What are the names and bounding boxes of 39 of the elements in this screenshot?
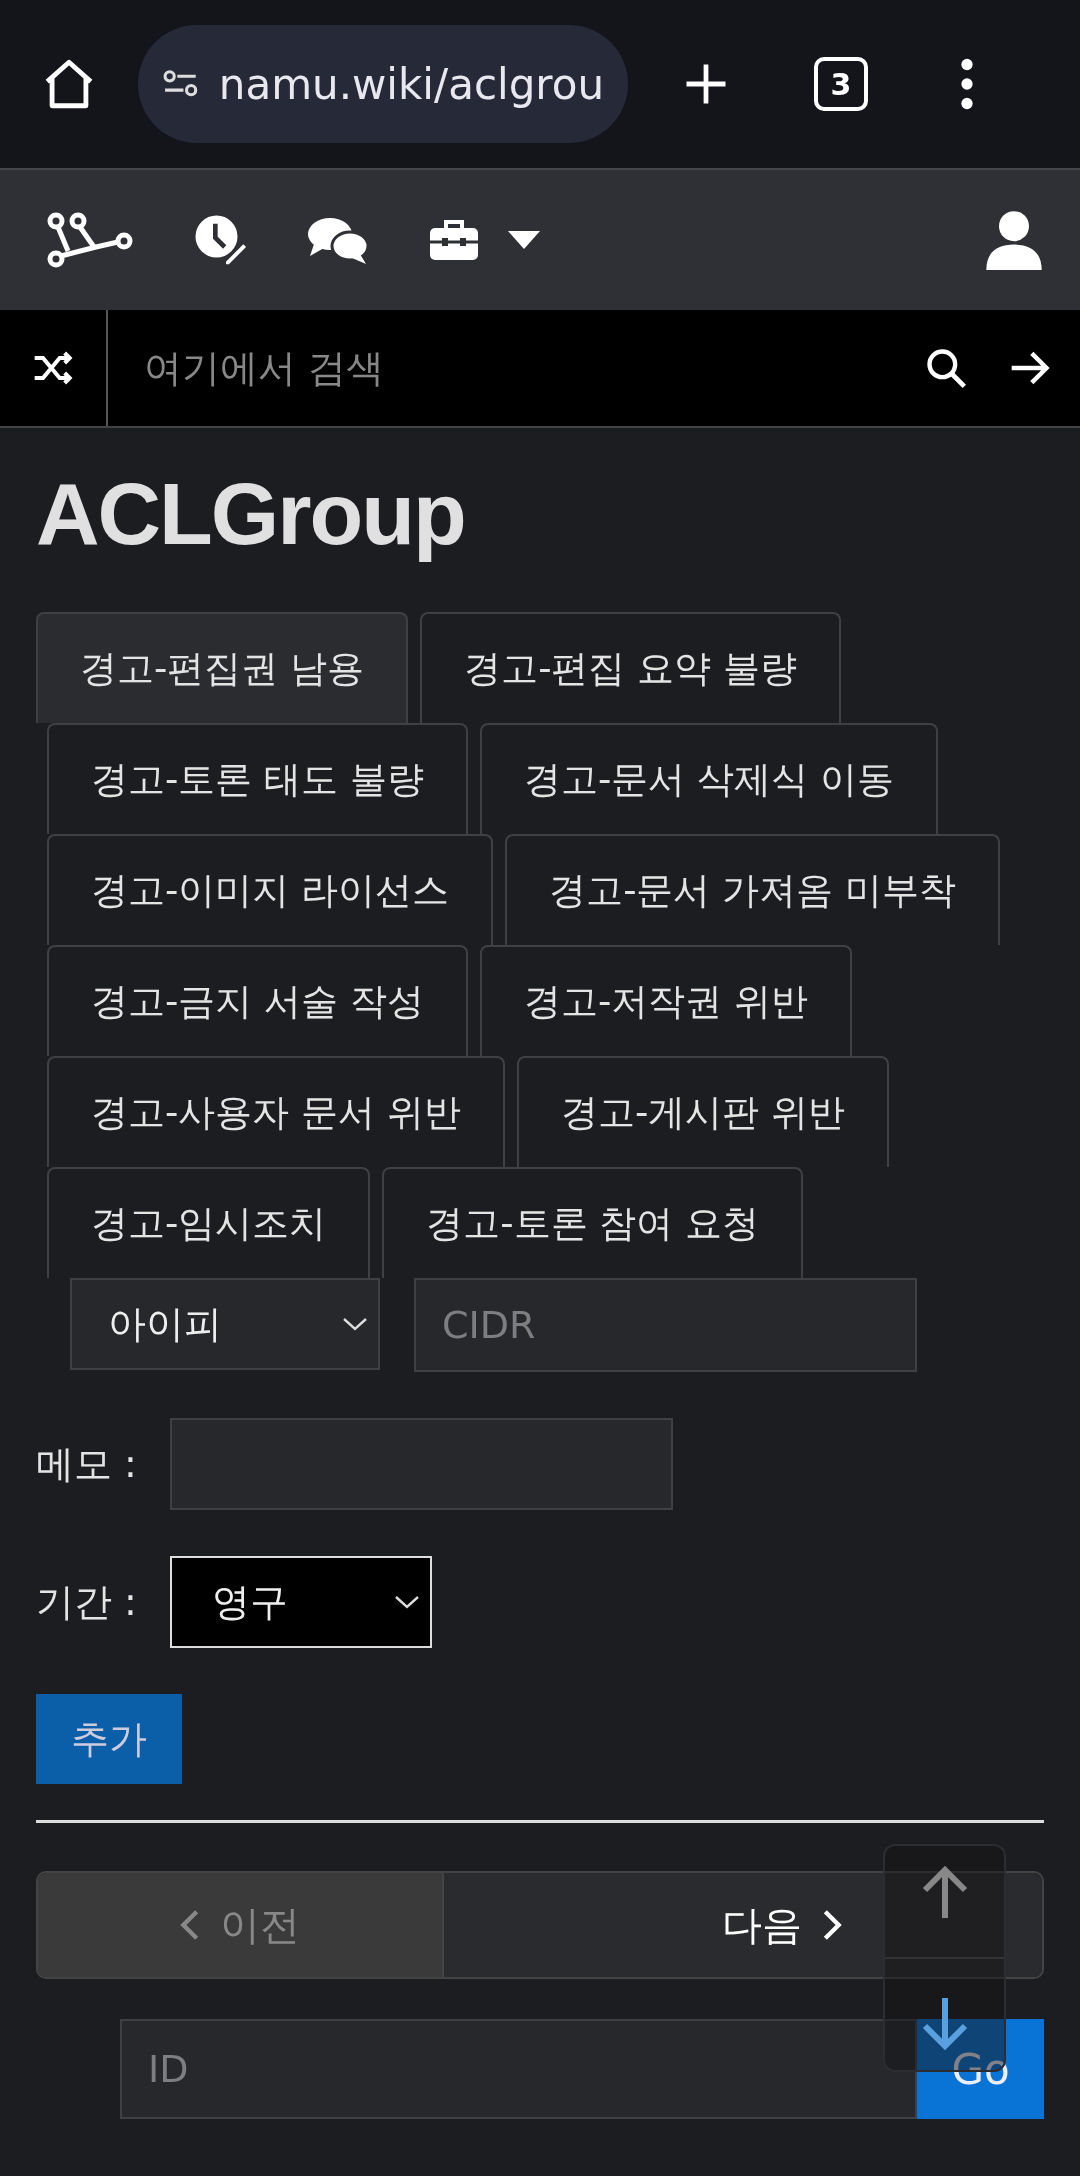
chat-bubbles-icon[interactable] [306,215,370,265]
cidr-field[interactable]: CIDR [414,1278,917,1373]
chevron-down-icon [342,1316,368,1333]
tab[interactable]: 경고-토론 참여 요청 [382,1167,804,1279]
tab[interactable]: 경고-저작권 위반 [479,945,852,1057]
tab[interactable]: 경고-게시판 위반 [516,1056,889,1168]
memo-label: 메모 : [36,1440,136,1488]
scroll-down-icon[interactable] [920,1995,969,2052]
menu-icon[interactable] [960,58,974,110]
tab[interactable]: 경고-문서 삭제식 이동 [479,723,938,835]
url-text: namu.wiki/aclgrou [218,59,604,109]
tree-logo-icon[interactable] [46,211,134,269]
memo-field[interactable] [170,1418,673,1511]
caret-icon [508,231,540,249]
next-button[interactable]: 다음 [442,1873,1042,1978]
scroll-up-icon[interactable] [920,1864,969,1921]
address-bar[interactable]: namu.wiki/aclgrou [138,25,628,143]
tab-count-button[interactable]: 3 [814,57,868,111]
add-button[interactable]: 추가 [36,1694,182,1785]
tab[interactable]: 경고-이미지 라이선스 [47,834,494,946]
tab[interactable]: 경고-편집권 남용 [36,612,409,724]
user-icon[interactable] [986,210,1042,270]
search-field[interactable]: 여기에서 검색 [108,310,904,426]
tab[interactable]: 경고-임시조치 [47,1167,371,1279]
search-icon[interactable] [924,346,968,390]
tab[interactable]: 경고-금지 서술 작성 [47,945,468,1057]
id-field[interactable]: ID [120,2019,917,2120]
duration-select[interactable]: 영구 [170,1556,432,1649]
tools-dropdown[interactable] [428,217,540,263]
duration-label: 기간 : [36,1578,136,1626]
tab[interactable]: 경고-사용자 문서 위반 [47,1056,505,1168]
shuffle-icon[interactable] [33,351,73,385]
tab[interactable]: 경고-토론 태도 불량 [47,723,468,835]
toolbox-icon [428,217,480,263]
chevron-down-icon [394,1594,420,1611]
tab[interactable]: 경고-편집 요약 불량 [420,612,841,724]
type-select[interactable]: 아이피 [70,1278,380,1371]
page-title: ACLGroup [36,463,466,565]
tab[interactable]: 경고-문서 가져옴 미부착 [505,834,1000,946]
